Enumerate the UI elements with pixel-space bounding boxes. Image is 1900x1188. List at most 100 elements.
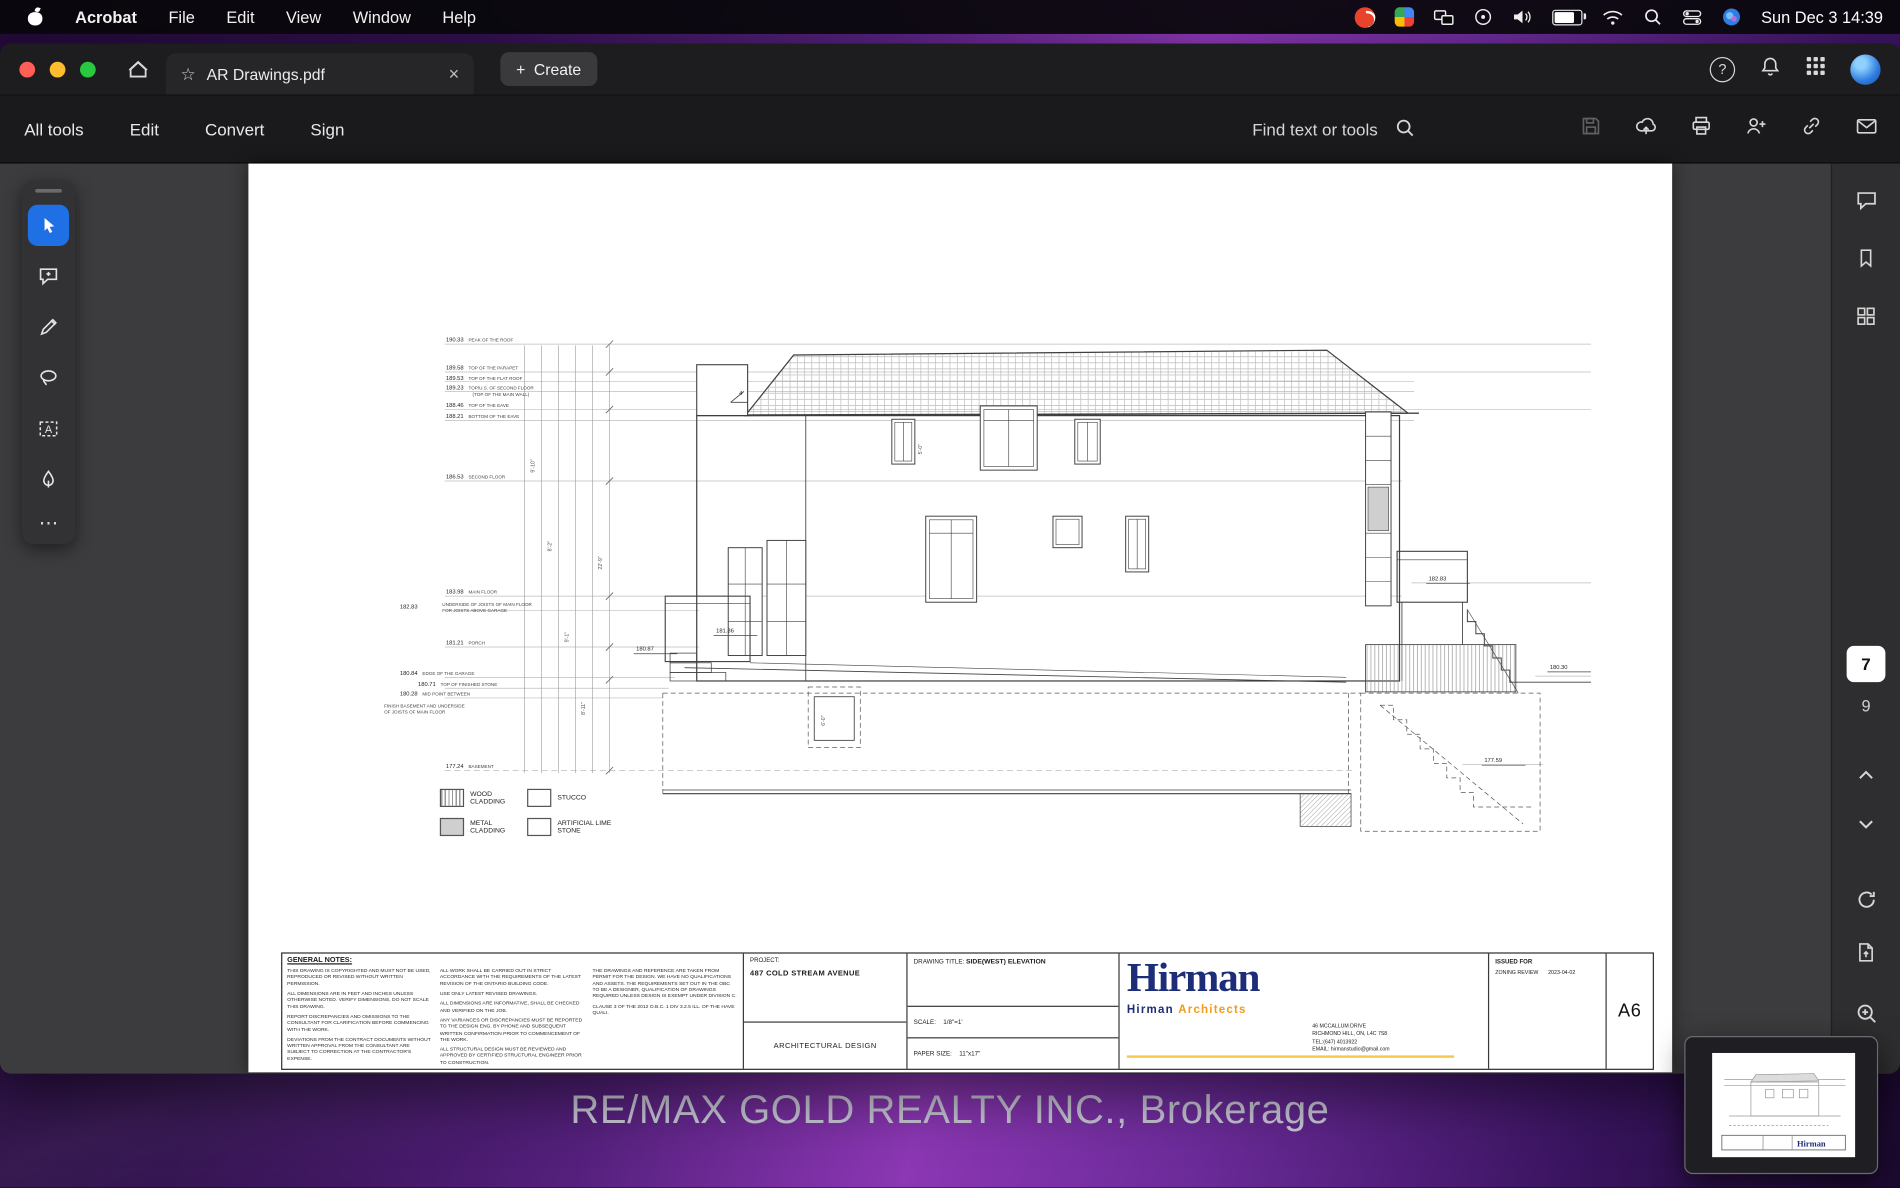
lime-stone-swatch: [527, 818, 551, 836]
legend-label: STUCCO: [557, 794, 586, 801]
menu-edit[interactable]: Edit: [226, 8, 254, 26]
drawing-title-value: SIDE(WEST) ELEVATION: [966, 958, 1046, 965]
select-tool[interactable]: [28, 205, 69, 246]
screen-mirroring-icon[interactable]: [1434, 8, 1455, 26]
user-avatar[interactable]: [1850, 54, 1880, 84]
minimize-window-button[interactable]: [50, 61, 66, 77]
link-icon[interactable]: [1801, 115, 1823, 143]
zoom-panel-icon[interactable]: [1832, 984, 1900, 1042]
document-tab[interactable]: ☆ AR Drawings.pdf ×: [166, 53, 474, 94]
svg-text:180.84EDGE OF THE GARAGE: 180.84EDGE OF THE GARAGE: [400, 671, 475, 677]
create-button[interactable]: + Create: [500, 52, 596, 86]
pip-preview-window[interactable]: Hirman: [1684, 1036, 1878, 1174]
close-tab-icon[interactable]: ×: [449, 64, 460, 85]
menu-window[interactable]: Window: [353, 8, 411, 26]
svg-text:181.36: 181.36: [716, 629, 734, 635]
paper-size-value: 11"x17": [959, 1050, 980, 1057]
menu-app-name[interactable]: Acrobat: [75, 8, 137, 26]
pdf-page[interactable]: 9'-10" 8'-2" 9'-1" 8'-11" 22'-9" 5'-0" 5…: [248, 164, 1672, 1073]
scale-label: SCALE:: [914, 1018, 936, 1025]
title-block: GENERAL NOTES: THIS DRAWING IS COPYRIGHT…: [281, 952, 1654, 1070]
general-notes-title: GENERAL NOTES:: [287, 957, 738, 964]
svg-text:182.83: 182.83: [400, 604, 418, 610]
search-icon: [1395, 117, 1416, 141]
create-label: Create: [534, 60, 581, 78]
share-upload-icon[interactable]: [1635, 115, 1658, 143]
menu-help[interactable]: Help: [442, 8, 476, 26]
svg-text:188.46TOP OF THE EAVE: 188.46TOP OF THE EAVE: [446, 403, 509, 409]
discipline-label: ARCHITECTURAL DESIGN: [744, 1021, 906, 1068]
svg-text:182.83: 182.83: [1429, 576, 1447, 582]
control-center-icon[interactable]: [1682, 8, 1703, 26]
add-user-icon[interactable]: [1745, 115, 1768, 143]
basement-outline: [663, 687, 1540, 831]
spotlight-icon[interactable]: [1644, 7, 1663, 26]
windows: [728, 406, 1391, 656]
wood-cladding-swatch: [440, 789, 464, 807]
edit-menu[interactable]: Edit: [130, 119, 159, 138]
menu-view[interactable]: View: [286, 8, 321, 26]
comments-panel-icon[interactable]: [1832, 171, 1900, 229]
svg-text:177.59: 177.59: [1484, 758, 1502, 764]
svg-text:FOR JOISTS ABOVE GARAGE: FOR JOISTS ABOVE GARAGE: [442, 608, 507, 613]
menubar-clock[interactable]: Sun Dec 3 14:39: [1761, 8, 1883, 26]
print-icon[interactable]: [1690, 115, 1712, 143]
sign-menu[interactable]: Sign: [310, 119, 344, 138]
lasso-tool[interactable]: [28, 357, 69, 398]
rotate-page-icon[interactable]: [1832, 870, 1900, 928]
highlight-tool[interactable]: [28, 307, 69, 348]
export-page-icon[interactable]: [1832, 923, 1900, 981]
favorite-star-icon[interactable]: ☆: [181, 64, 196, 85]
legend-label: METAL CLADDING: [470, 820, 527, 835]
document-workspace: A ⋯: [0, 164, 1900, 1074]
app-grid-status-icon[interactable]: [1395, 7, 1414, 26]
close-window-button[interactable]: [19, 61, 35, 77]
wifi-icon[interactable]: [1602, 9, 1624, 25]
all-tools-menu[interactable]: All tools: [24, 119, 83, 138]
desktop-watermark: RE/MAX GOLD REALTY INC., Brokerage: [0, 1087, 1900, 1133]
svg-text:177.24BASEMENT: 177.24BASEMENT: [446, 764, 494, 770]
siri-icon[interactable]: [1722, 7, 1741, 26]
more-tools-button[interactable]: ⋯: [39, 510, 58, 537]
svg-text:183.98MAIN FLOOR: 183.98MAIN FLOOR: [446, 590, 498, 596]
drawing-title-cell: DRAWING TITLE: SIDE(WEST) ELEVATION SCAL…: [908, 954, 1120, 1069]
stucco-swatch: [527, 789, 551, 807]
home-icon[interactable]: [127, 58, 149, 80]
current-page-indicator[interactable]: 7: [1847, 646, 1886, 682]
svg-text:190.33PEAK OF THE ROOF: 190.33PEAK OF THE ROOF: [446, 338, 514, 344]
menu-file[interactable]: File: [168, 8, 194, 26]
notifications-bell-icon[interactable]: [1759, 55, 1781, 83]
location-services-icon[interactable]: [1474, 7, 1493, 26]
issued-date: 2023-04-02: [1548, 969, 1575, 975]
email-icon[interactable]: [1855, 115, 1878, 143]
tab-title: AR Drawings.pdf: [207, 65, 325, 83]
battery-icon[interactable]: [1553, 9, 1583, 25]
palette-drag-handle[interactable]: [35, 189, 62, 193]
svg-text:OF JOISTS OF MAIN FLOOR: OF JOISTS OF MAIN FLOOR: [384, 710, 446, 715]
svg-text:FINISH BASEMENT AND UNDERSIDE: FINISH BASEMENT AND UNDERSIDE: [384, 704, 465, 709]
convert-menu[interactable]: Convert: [205, 119, 264, 138]
help-icon[interactable]: ?: [1710, 56, 1735, 81]
thumbnails-panel-icon[interactable]: [1832, 287, 1900, 345]
apple-menu-icon[interactable]: [27, 7, 44, 26]
sign-tool[interactable]: [28, 459, 69, 500]
macos-menubar: Acrobat File Edit View Window Help: [0, 0, 1900, 34]
find-text-button[interactable]: Find text or tools: [1252, 117, 1415, 141]
elevation-labels: 190.33PEAK OF THE ROOF 189.58TOP OF THE …: [384, 338, 534, 771]
paper-size-label: PAPER SIZE:: [914, 1050, 952, 1057]
bookmarks-panel-icon[interactable]: [1832, 229, 1900, 287]
svg-text:Hirman: Hirman: [1797, 1138, 1826, 1148]
zoom-window-button[interactable]: [80, 61, 96, 77]
comment-tool[interactable]: [28, 256, 69, 297]
drawing-title-label: DRAWING TITLE:: [914, 958, 965, 965]
app-switcher-grid-icon[interactable]: [1805, 56, 1826, 83]
recording-status-icon[interactable]: [1355, 7, 1376, 28]
svg-text:189.58TOP OF THE PARAPET: 189.58TOP OF THE PARAPET: [446, 366, 518, 372]
next-page-button[interactable]: [1832, 795, 1900, 853]
volume-icon[interactable]: [1513, 8, 1534, 25]
svg-text:188.21BOTTOM OF THE EAVE: 188.21BOTTOM OF THE EAVE: [446, 414, 519, 420]
firm-name-2: Architects: [1178, 1003, 1246, 1016]
svg-text:9'-1": 9'-1": [564, 632, 570, 643]
issued-cell: ISSUED FOR ZONING REVIEW 2023-04-02: [1489, 954, 1607, 1069]
text-box-tool[interactable]: A: [28, 408, 69, 449]
